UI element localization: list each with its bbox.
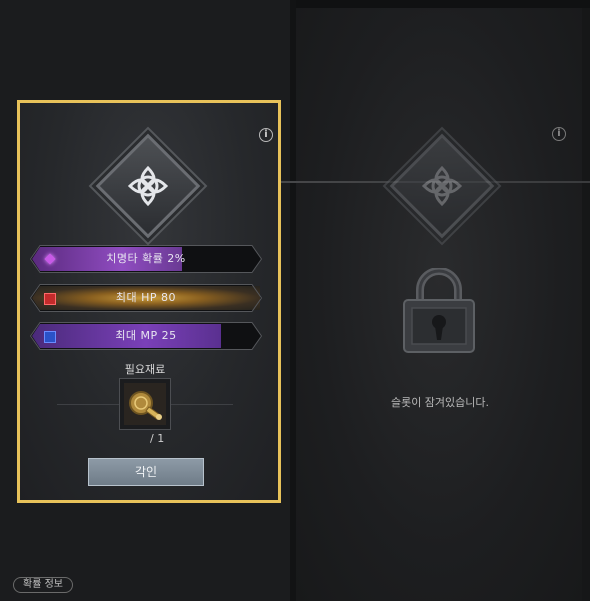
seal-stamp-icon xyxy=(124,383,166,425)
celtic-knot-icon xyxy=(421,165,463,207)
material-count: / 1 xyxy=(150,432,165,445)
celtic-knot-icon xyxy=(127,165,169,207)
stat-label: 최대 MP 25 xyxy=(115,329,177,342)
padlock-icon xyxy=(403,268,475,353)
stat-label: 최대 HP 80 xyxy=(115,291,177,304)
stat-bar-crit: 치명타 확률 2% xyxy=(30,245,262,273)
info-icon[interactable]: i xyxy=(259,128,273,142)
info-icon[interactable]: i xyxy=(552,127,566,141)
stat-bar-hp: 최대 HP 80 xyxy=(30,284,262,312)
material-title: 필요재료 xyxy=(124,363,166,376)
probability-info-button[interactable]: 확률 정보 xyxy=(13,577,73,593)
stat-bar-mp: 최대 MP 25 xyxy=(30,322,262,350)
engrave-button[interactable]: 각인 xyxy=(88,458,204,486)
stat-label: 치명타 확률 2% xyxy=(106,252,186,265)
slot-locked-message: 슬롯이 잠겨있습니다. xyxy=(390,396,490,409)
